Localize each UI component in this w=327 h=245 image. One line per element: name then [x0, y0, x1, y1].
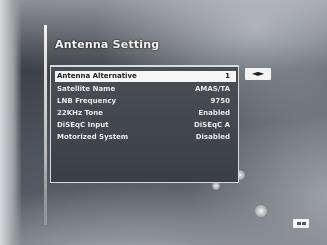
menu-item-lnb-frequency[interactable]: LNB Frequency 9750: [55, 96, 236, 107]
menu-item-value: 9750: [210, 97, 230, 105]
menu-item-value: Enabled: [198, 109, 230, 117]
page-title: Antenna Setting: [55, 38, 160, 51]
menu-item-label: Motorized System: [57, 133, 129, 141]
settings-panel: Antenna Alternative 1 Satellite Name AMA…: [50, 65, 239, 183]
star-glow: [212, 182, 220, 190]
menu-item-antenna-alternative[interactable]: Antenna Alternative 1: [55, 71, 236, 82]
left-frame-bar: [0, 0, 22, 245]
menu-item-label: 22KHz Tone: [57, 109, 103, 117]
menu-item-value: AMAS/TA: [194, 85, 230, 93]
menu-item-22khz-tone[interactable]: 22KHz Tone Enabled: [55, 108, 236, 119]
menu-item-value: 1: [225, 72, 230, 80]
accent-line: [44, 25, 47, 225]
left-right-arrows-icon: ◄►: [251, 69, 265, 78]
top-haze: [0, 0, 327, 70]
menu-item-label: DiSEqC Input: [57, 121, 109, 129]
menu-item-label: Antenna Alternative: [57, 72, 137, 80]
menu-item-motorized-system[interactable]: Motorized System Disabled: [55, 132, 236, 143]
left-right-arrows-button[interactable]: ◄►: [245, 68, 271, 80]
menu-item-diseqc-input[interactable]: DiSEqC Input DiSEqC A: [55, 120, 236, 131]
menu-blocks-icon: [293, 219, 309, 228]
menu-item-value: Disabled: [195, 133, 230, 141]
star-glow: [255, 205, 267, 217]
menu-item-value: DiSEqC A: [193, 121, 230, 129]
menu-item-satellite-name[interactable]: Satellite Name AMAS/TA: [55, 84, 236, 95]
menu-item-label: Satellite Name: [57, 85, 116, 93]
menu-item-label: LNB Frequency: [57, 97, 117, 105]
